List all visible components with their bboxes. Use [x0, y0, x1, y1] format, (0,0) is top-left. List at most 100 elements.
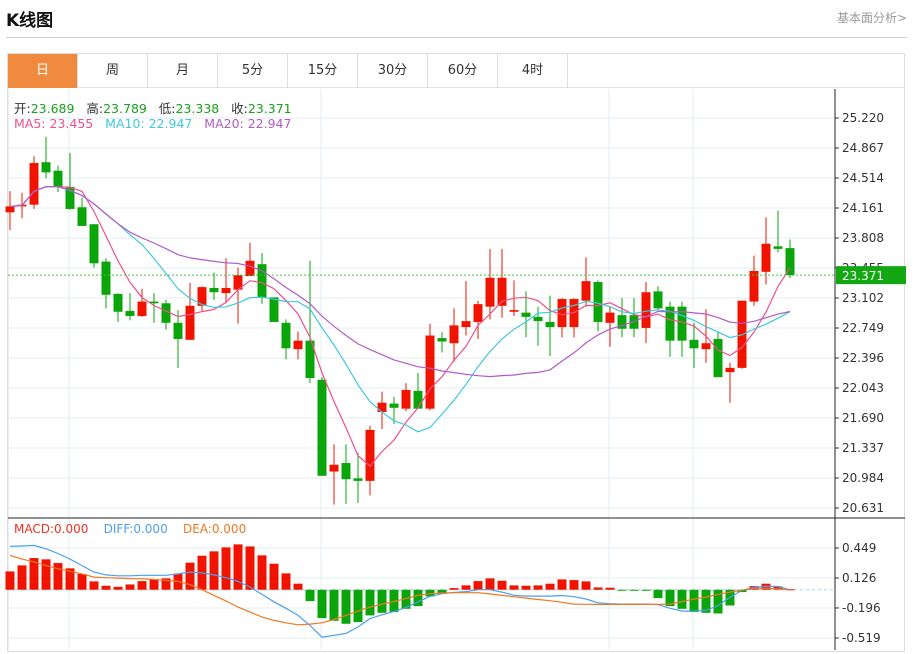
- candle-body: [137, 301, 147, 317]
- low-value: 23.338: [175, 101, 220, 116]
- ma5-value: 23.455: [49, 116, 94, 131]
- candlestick: [485, 248, 495, 320]
- candlestick: [401, 383, 411, 412]
- candle-body: [713, 338, 723, 378]
- macd-histogram-bar: [509, 585, 519, 590]
- price-axis-label: 22.043: [842, 381, 884, 395]
- candlestick: [89, 224, 99, 268]
- macd-histogram-bar: [125, 584, 135, 590]
- ma-readout: MA5: 23.455 MA10: 22.947 MA20: 22.947: [14, 116, 291, 131]
- candlestick: [545, 295, 555, 356]
- macd-histogram-bar: [473, 581, 483, 590]
- candlestick: [341, 444, 351, 504]
- macd-histogram-bar: [17, 565, 27, 590]
- candlestick: [257, 253, 267, 305]
- candle-body: [473, 304, 483, 322]
- candle-body: [125, 310, 135, 317]
- price-axis-label: 24.161: [842, 201, 884, 215]
- macd-histogram-bar: [641, 589, 651, 591]
- candle-body: [425, 335, 435, 409]
- candlestick: [329, 444, 339, 505]
- price-axis-label: 21.337: [842, 441, 884, 455]
- candle-body: [377, 402, 387, 413]
- candlestick: [605, 306, 615, 347]
- candlestick: [245, 242, 255, 277]
- candlestick: [629, 298, 639, 338]
- price-axis-label: 21.690: [842, 411, 884, 425]
- candle-body: [545, 321, 555, 328]
- macd-axis-label: 0.126: [842, 571, 876, 585]
- macd-histogram-bar: [581, 581, 591, 590]
- macd-histogram-bar: [221, 547, 231, 590]
- candlestick: [317, 377, 327, 476]
- candle-body: [185, 305, 195, 340]
- macd-histogram-bar: [521, 585, 531, 590]
- macd-histogram-bar: [329, 589, 339, 621]
- candle-body: [593, 282, 603, 322]
- price-axis-label: 24.867: [842, 141, 884, 155]
- candle-body: [605, 312, 615, 323]
- candle-body: [77, 207, 87, 226]
- macd-histogram-bar: [77, 574, 87, 590]
- macd-histogram-bar: [485, 578, 495, 590]
- candlestick: [269, 297, 279, 322]
- price-axis-label: 22.749: [842, 321, 884, 335]
- candle-body: [725, 367, 735, 373]
- candle-body: [581, 281, 591, 301]
- macd-histogram-bar: [89, 581, 99, 590]
- candlestick: [677, 301, 687, 357]
- candle-body: [5, 206, 15, 213]
- candlestick: [305, 260, 315, 384]
- diff-value: 0.000: [133, 522, 168, 536]
- candlestick: [65, 152, 75, 210]
- macd-histogram-bar: [281, 573, 291, 590]
- low-label: 低:: [158, 101, 176, 116]
- macd-histogram-bar: [5, 571, 15, 590]
- candlestick: [5, 191, 15, 231]
- candlestick: [233, 267, 243, 324]
- candlestick: [773, 210, 783, 253]
- candlestick: [125, 293, 135, 321]
- candlestick: [653, 286, 663, 310]
- candle-body: [689, 339, 699, 349]
- high-label: 高:: [86, 101, 104, 116]
- diff-label: DIFF:: [103, 522, 134, 536]
- open-value: 23.689: [30, 101, 75, 116]
- candlestick: [725, 362, 735, 403]
- candlestick: [689, 322, 699, 368]
- candle-body: [653, 291, 663, 309]
- price-axis-label: 22.396: [842, 351, 884, 365]
- macd-histogram-bar: [545, 583, 555, 590]
- macd-histogram-bar: [653, 589, 663, 599]
- candlestick: [293, 331, 303, 360]
- candle-body: [449, 325, 459, 344]
- candle-body: [269, 297, 279, 322]
- macd-readout: MACD:0.000 DIFF:0.000 DEA:0.000: [14, 522, 246, 536]
- candle-body: [41, 162, 51, 173]
- macd-histogram-bar: [41, 559, 51, 590]
- macd-value: 0.000: [54, 522, 89, 536]
- macd-histogram-bar: [137, 581, 147, 590]
- macd-axis-label: -0.519: [842, 631, 881, 645]
- price-axis-label: 20.984: [842, 471, 884, 485]
- candlestick: [197, 286, 207, 312]
- candlestick: [617, 298, 627, 338]
- macd-histogram-bar: [365, 589, 375, 616]
- macd-histogram-bar: [377, 589, 387, 613]
- candle-body: [401, 389, 411, 409]
- candlestick: [209, 272, 219, 300]
- price-axis-label: 25.220: [842, 111, 884, 125]
- ma5-label: MA5:: [14, 116, 46, 131]
- macd-histogram-bar: [605, 587, 615, 590]
- price-axis-label: 23.808: [842, 231, 884, 245]
- candle-body: [209, 287, 219, 293]
- macd-histogram-bar: [293, 583, 303, 590]
- macd-histogram-bar: [461, 585, 471, 590]
- candle-body: [341, 463, 351, 480]
- candle-body: [329, 464, 339, 472]
- candlestick: [581, 257, 591, 307]
- candlestick: [497, 248, 507, 318]
- macd-histogram-bar: [557, 579, 567, 590]
- ohlc-readout: 开:23.689 高:23.789 低:23.338 收:23.371: [14, 98, 292, 117]
- open-label: 开:: [14, 101, 31, 116]
